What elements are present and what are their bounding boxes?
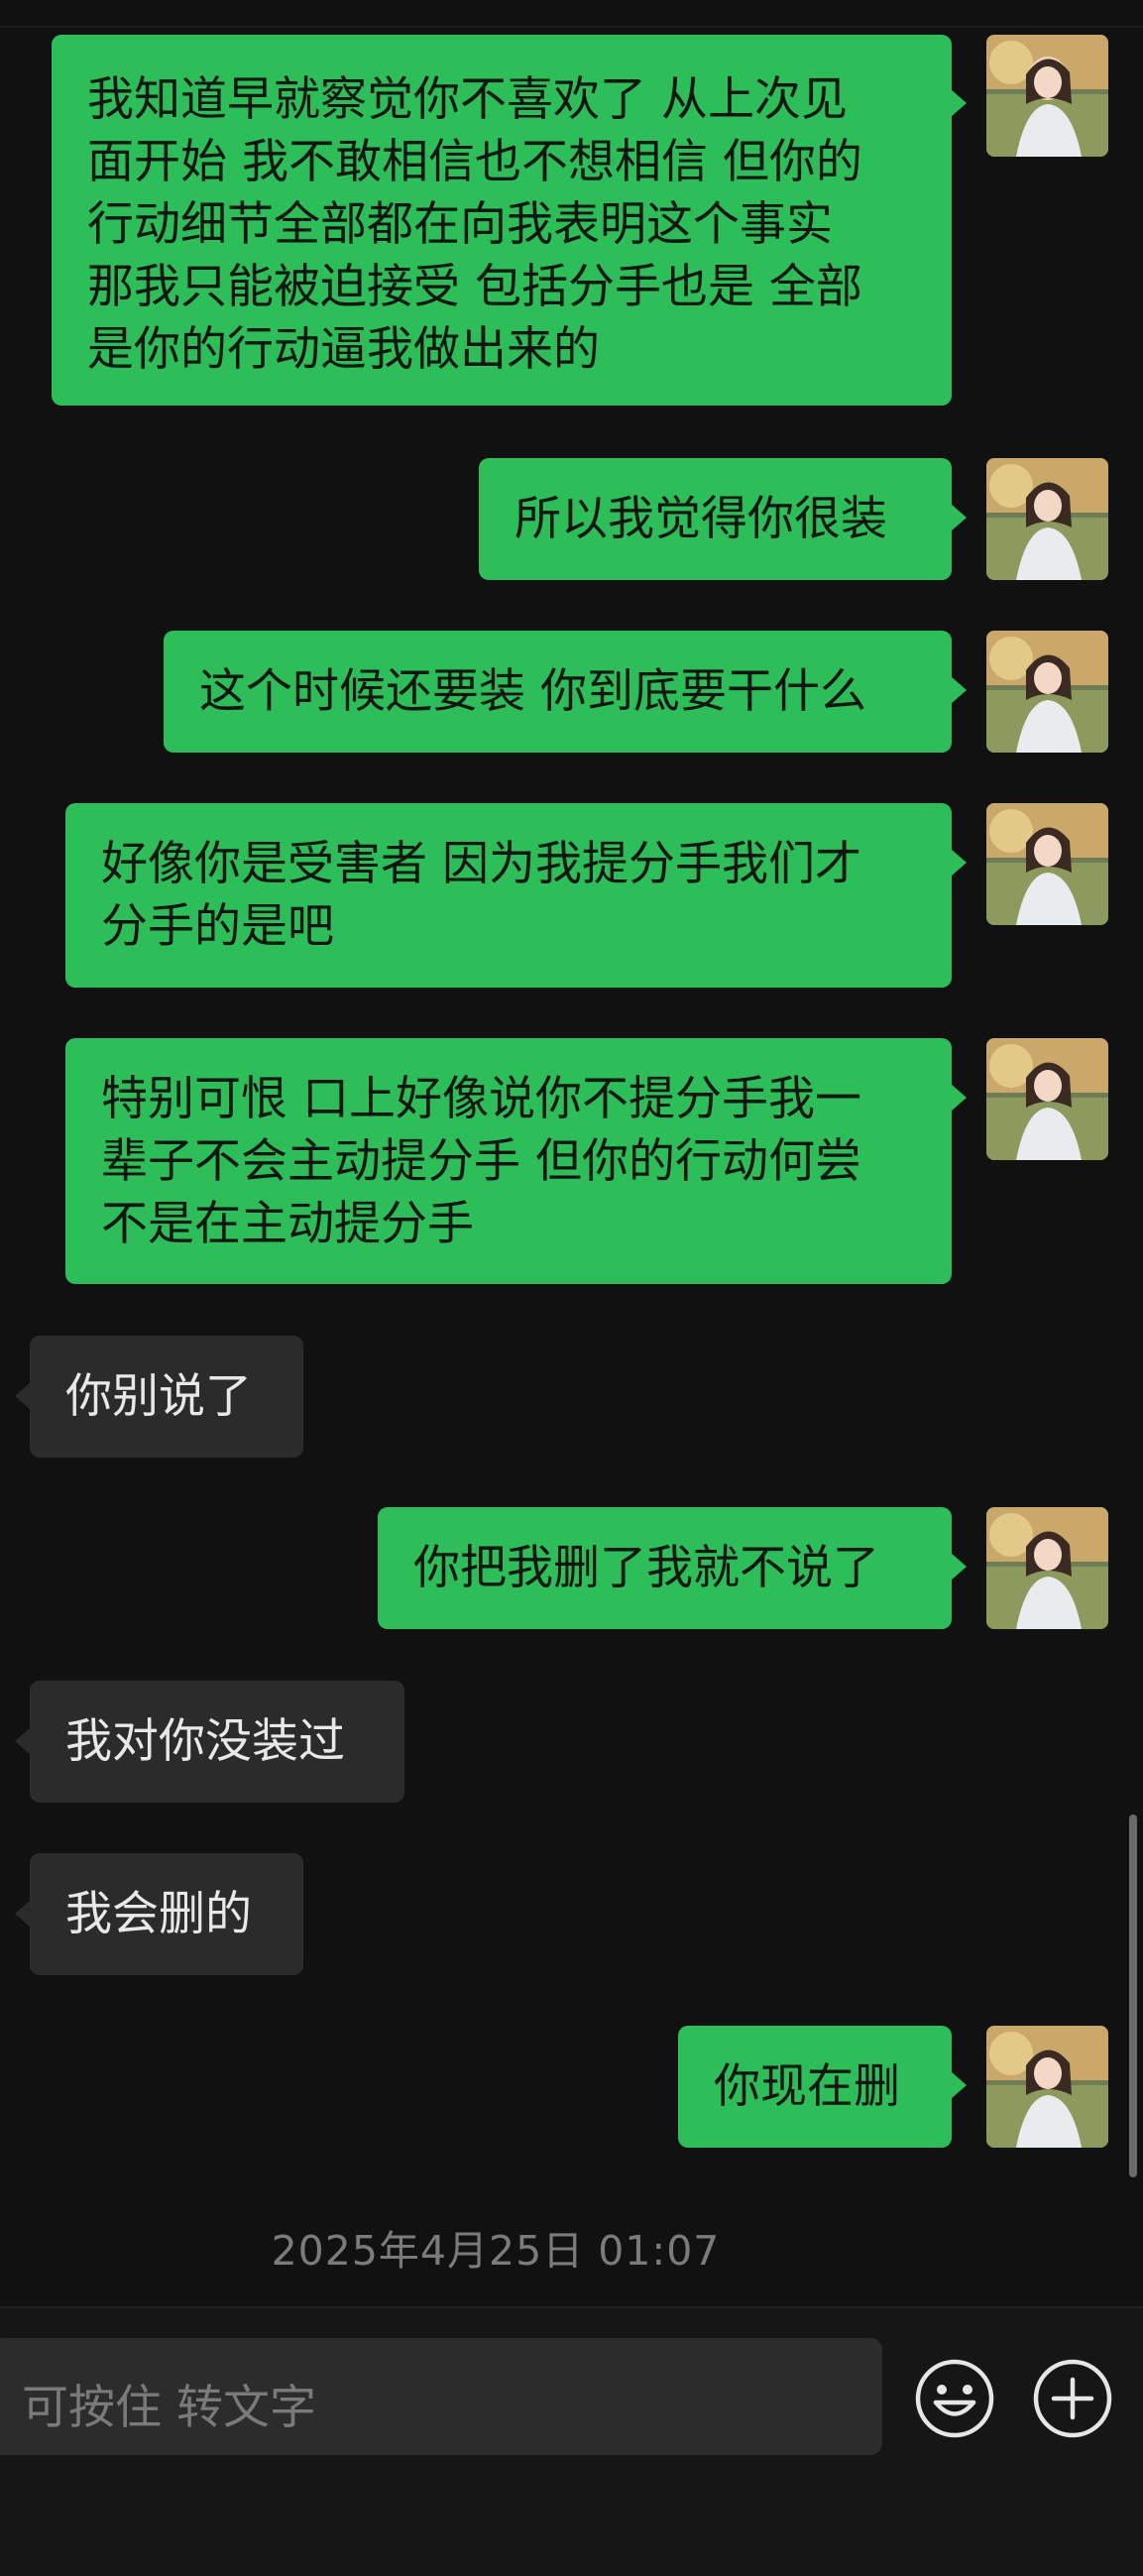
voice-input-field[interactable]: 可按住 转文字 — [0, 2338, 882, 2455]
message-bubble[interactable]: 特别可恨 口上好像说你不提分手我一 辈子不会主动提分手 但你的行动何尝 不是在主… — [65, 1038, 952, 1284]
avatar[interactable] — [986, 1038, 1108, 1160]
bubble-tail — [951, 676, 967, 704]
message-bubble[interactable]: 你现在删 — [678, 2026, 952, 2148]
message-bubble[interactable]: 我会删的 — [30, 1853, 303, 1975]
chat-area[interactable]: 我知道早就察觉你不喜欢了 从上次见 面开始 我不敢相信也不想相信 但你的 行动细… — [0, 0, 1143, 2300]
bubble-tail — [15, 1382, 31, 1410]
avatar-photo — [986, 803, 1108, 925]
bubble-tail — [951, 1084, 967, 1112]
scrollbar[interactable] — [1129, 1815, 1137, 2177]
more-button[interactable] — [1032, 2358, 1113, 2439]
message-bubble[interactable]: 我知道早就察觉你不喜欢了 从上次见 面开始 我不敢相信也不想相信 但你的 行动细… — [52, 35, 952, 406]
avatar[interactable] — [986, 458, 1108, 580]
message-timestamp: 2025年4月25日 01:07 — [271, 2227, 721, 2275]
message-bubble[interactable]: 好像你是受害者 因为我提分手我们才 分手的是吧 — [65, 803, 952, 988]
avatar[interactable] — [986, 1507, 1108, 1629]
bubble-tail — [951, 1553, 967, 1581]
avatar-photo — [986, 458, 1108, 580]
bubble-tail — [15, 1900, 31, 1928]
input-bar: 可按住 转文字 — [0, 2306, 1143, 2576]
message-bubble[interactable]: 我对你没装过 — [30, 1681, 404, 1803]
bubble-tail — [951, 849, 967, 877]
avatar-photo — [986, 1038, 1108, 1160]
message-bubble[interactable]: 你把我删了我就不说了 — [378, 1507, 952, 1629]
message-bubble[interactable]: 这个时候还要装 你到底要干什么 — [164, 631, 952, 753]
avatar[interactable] — [986, 631, 1108, 753]
bubble-tail — [15, 1727, 31, 1755]
avatar[interactable] — [986, 35, 1108, 157]
emoji-icon — [915, 2359, 994, 2438]
bubble-tail — [951, 2071, 967, 2099]
avatar[interactable] — [986, 803, 1108, 925]
message-bubble[interactable]: 你别说了 — [30, 1336, 303, 1458]
bubble-tail — [951, 504, 967, 531]
bubble-tail — [951, 89, 967, 117]
avatar-photo — [986, 35, 1108, 157]
avatar[interactable] — [986, 2026, 1108, 2148]
avatar-photo — [986, 2026, 1108, 2148]
emoji-button[interactable] — [914, 2358, 995, 2439]
message-bubble[interactable]: 所以我觉得你很装 — [479, 458, 952, 580]
avatar-photo — [986, 1507, 1108, 1629]
plus-icon — [1033, 2359, 1112, 2438]
avatar-photo — [986, 631, 1108, 753]
